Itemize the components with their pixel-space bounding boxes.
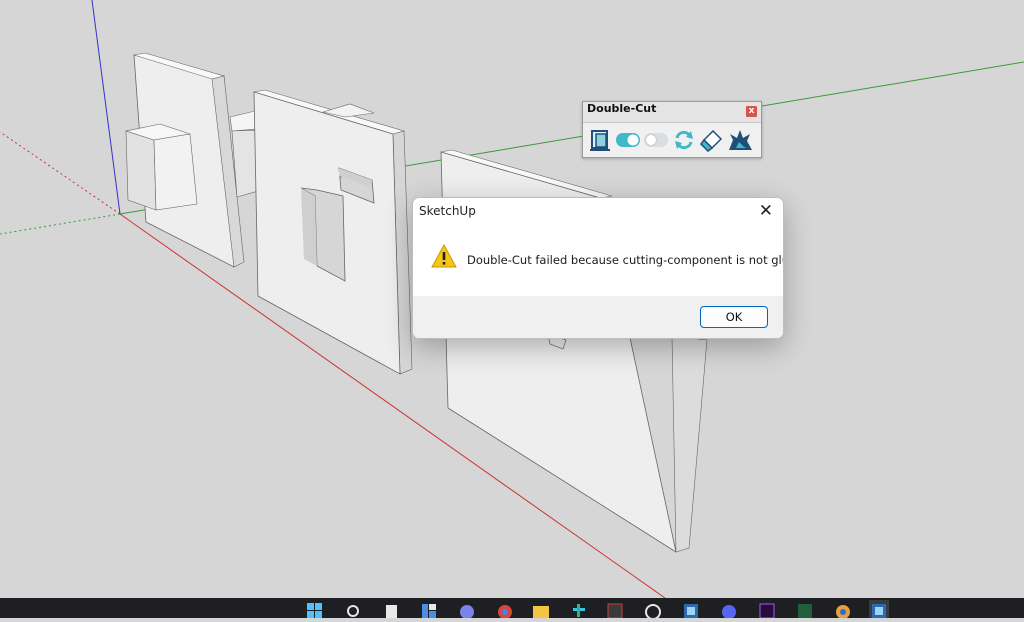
sketchup-icon[interactable] bbox=[681, 600, 701, 618]
ok-button[interactable]: OK bbox=[700, 306, 768, 328]
editor-icon[interactable] bbox=[795, 600, 815, 618]
toggle-off-icon bbox=[644, 133, 668, 147]
chrome-icon[interactable] bbox=[495, 600, 515, 619]
windows-start-icon[interactable] bbox=[305, 600, 325, 618]
eraser-button[interactable] bbox=[699, 127, 725, 153]
toolbar-title[interactable]: Double-Cut bbox=[583, 102, 761, 123]
sketchup-active-icon[interactable] bbox=[869, 600, 889, 618]
explode-button[interactable] bbox=[727, 127, 753, 153]
discord-icon[interactable] bbox=[719, 600, 739, 619]
refresh-button[interactable] bbox=[671, 127, 697, 153]
dialog-footer: OK bbox=[413, 296, 783, 338]
chrome-alt-icon[interactable] bbox=[833, 600, 853, 619]
search-icon[interactable] bbox=[343, 600, 363, 618]
folder-icon[interactable] bbox=[531, 600, 551, 618]
dialog-close-button[interactable]: ✕ bbox=[759, 202, 773, 220]
toggle-off-button[interactable] bbox=[643, 127, 669, 153]
sketchup-dialog[interactable]: SketchUp ✕ Double-Cut failed because cut… bbox=[412, 197, 784, 339]
toggle-on-icon bbox=[616, 133, 640, 147]
warning-icon bbox=[431, 243, 457, 272]
premiere-icon[interactable] bbox=[757, 600, 777, 619]
eraser-icon bbox=[700, 129, 723, 152]
teams-icon[interactable] bbox=[457, 600, 477, 619]
dialog-title: SketchUp bbox=[419, 204, 476, 218]
toolbar-buttons bbox=[587, 126, 753, 154]
toggle-on-button[interactable] bbox=[615, 127, 641, 153]
file-icon[interactable] bbox=[381, 600, 401, 618]
app-icon[interactable] bbox=[605, 600, 625, 619]
taskbar bbox=[0, 598, 1024, 620]
double-cut-button[interactable] bbox=[587, 127, 613, 153]
dialog-message: Double-Cut failed because cutting-compon… bbox=[467, 253, 783, 267]
widgets-icon[interactable] bbox=[419, 600, 439, 618]
refresh-icon bbox=[675, 130, 693, 150]
toolbar-close-button[interactable]: x bbox=[746, 106, 757, 117]
slack-icon[interactable] bbox=[569, 600, 589, 618]
whatsapp-icon[interactable] bbox=[643, 600, 663, 620]
double-cut-icon bbox=[590, 130, 610, 151]
double-cut-toolbar[interactable]: Double-Cut x bbox=[582, 101, 762, 158]
explode-icon bbox=[729, 130, 752, 150]
